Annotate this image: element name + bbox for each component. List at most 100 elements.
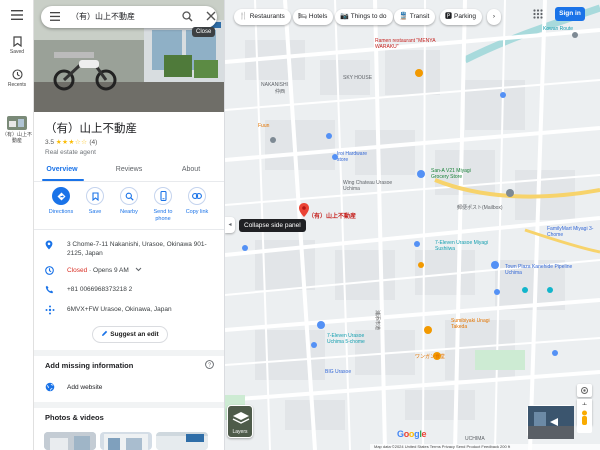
restaurant-icon: 🍴: [239, 13, 248, 20]
chip-label: Restaurants: [249, 13, 285, 20]
tab-overview[interactable]: Overview: [34, 166, 90, 173]
sign-in-button[interactable]: Sign in: [555, 7, 585, 21]
map-poi-label[interactable]: Ramen restaurant "MENYA WARAKU": [375, 38, 445, 50]
map-poi-label[interactable]: Wing Chateau Urasoe Uchima: [343, 180, 393, 192]
tab-reviews[interactable]: Reviews: [101, 166, 157, 173]
send-to-phone-label: Send to phone: [153, 209, 173, 222]
chip-things-to-do[interactable]: 📷 Things to do: [335, 9, 393, 25]
menu-icon[interactable]: [50, 12, 60, 21]
map-poi-label[interactable]: 7-Eleven Urasoe Uchima 5-chome: [327, 333, 382, 345]
map-poi-label[interactable]: Town Plaza Kanehide Pipeline Uchima: [505, 264, 575, 276]
plus-code-icon: [45, 305, 55, 315]
location-target-icon: [581, 387, 588, 394]
map-canvas[interactable]: NAKANISHI 仲西 UCHIMA Ramen restaurant "ME…: [225, 0, 600, 450]
section-divider: [34, 350, 224, 356]
pegman-icon[interactable]: [577, 405, 592, 433]
add-website-link[interactable]: Add website: [67, 384, 102, 391]
tab-about[interactable]: About: [163, 166, 219, 173]
photo-thumbnail[interactable]: [100, 432, 152, 450]
saved-label: Saved: [9, 49, 25, 55]
nearby-icon: [125, 192, 134, 201]
send-to-phone-button[interactable]: Send to phone: [146, 187, 180, 223]
bookmark-icon: [91, 191, 99, 201]
photo-thumbnail[interactable]: [156, 432, 208, 450]
map-label: UCHIMA: [465, 436, 485, 442]
collapse-side-panel-button[interactable]: ◂: [225, 217, 235, 233]
menu-button[interactable]: [0, 10, 34, 22]
saved-button[interactable]: Saved: [0, 36, 34, 55]
rating-stars: ★★★☆☆: [55, 139, 88, 146]
chip-label: Parking: [454, 13, 477, 20]
recents-button[interactable]: Recents: [0, 69, 34, 88]
directions-icon: [57, 192, 65, 200]
history-icon: [11, 69, 23, 80]
close-icon[interactable]: [206, 11, 216, 21]
road-label: 浦添市道: [374, 310, 380, 331]
copy-link-button[interactable]: Copy link: [180, 187, 214, 216]
map-poi-label[interactable]: Fuun: [258, 123, 269, 129]
map-poi-label[interactable]: 郵便ポスト(Mailbox): [457, 204, 503, 211]
photo-thumbnail[interactable]: [44, 432, 96, 450]
map-poi-label[interactable]: Sumibiyaki Unagi Takeda: [451, 318, 506, 330]
my-location-button[interactable]: [577, 384, 592, 397]
search-input[interactable]: （有）山上不動産: [71, 11, 135, 22]
suggest-edit-label: Suggest an edit: [110, 331, 159, 338]
address-text: 3 Chome-7-11 Nakanishi, Urasoe, Okinawa …: [67, 241, 207, 257]
chip-label: Transit: [409, 13, 430, 20]
close-tooltip: Close: [192, 27, 216, 37]
link-icon: [192, 193, 202, 199]
street-view-image: [528, 406, 574, 439]
place-photo[interactable]: （有）山上不動産: [34, 0, 224, 112]
directions-label: Directions: [48, 209, 74, 215]
map-poi-label[interactable]: San-A V21 Miyagi Grocery Store: [431, 168, 486, 180]
phone-icon: [45, 285, 54, 294]
chip-label: Things to do: [350, 13, 387, 20]
missing-info-heading: Add missing information: [45, 361, 134, 370]
chevron-down-icon[interactable]: [135, 267, 142, 272]
map-poi-label[interactable]: Kowan Route: [543, 26, 573, 32]
photo-image: [44, 432, 96, 450]
search-bar[interactable]: （有）山上不動産: [41, 6, 217, 28]
map-footer[interactable]: Map data ©2024 United States Terms Priva…: [370, 444, 600, 450]
suggest-edit-button[interactable]: Suggest an edit: [92, 326, 168, 343]
selected-place-label[interactable]: （有）山上不動産: [308, 211, 356, 220]
chip-restaurants[interactable]: 🍴 Restaurants: [234, 9, 291, 25]
place-category[interactable]: Real estate agent: [45, 149, 96, 156]
google-logo: Google: [397, 429, 427, 439]
nearby-button[interactable]: Nearby: [112, 187, 146, 216]
layers-button[interactable]: Layers: [227, 405, 253, 438]
place-title: （有）山上不動産: [45, 123, 137, 135]
divider: [34, 229, 224, 230]
menu-icon: [11, 10, 23, 20]
layers-label: Layers: [232, 429, 248, 435]
street-view-thumbnail[interactable]: [527, 405, 574, 439]
apps-grid-icon[interactable]: [533, 9, 543, 19]
nearby-label: Nearby: [120, 209, 138, 215]
chip-label: Hotels: [308, 13, 328, 20]
address-row[interactable]: 3 Chome-7-11 Nakanishi, Urasoe, Okinawa …: [34, 240, 224, 260]
map-poi-label[interactable]: FamilyMart Miyagi 3-Chome: [547, 226, 599, 238]
map-poi-label[interactable]: BIG Urasoe: [325, 369, 351, 375]
chips-scroll-right-button[interactable]: ›: [487, 9, 501, 25]
hours-status: Closed: [67, 267, 88, 274]
chip-hotels[interactable]: 🛏 Hotels: [293, 9, 334, 25]
map-poi-label[interactable]: ワンガン食堂: [415, 353, 445, 360]
tab-bar: Overview Reviews About: [34, 160, 224, 182]
photo-image: [156, 432, 208, 450]
photo-image: [100, 432, 152, 450]
help-icon[interactable]: ?: [205, 360, 214, 369]
photos-heading: Photos & videos: [45, 413, 104, 422]
save-button[interactable]: Save: [78, 187, 112, 216]
hotel-icon: 🛏: [298, 13, 307, 20]
map-poi-label[interactable]: 7-Eleven Urasoe Miyagi Sushiiwa: [435, 240, 495, 252]
map-poi-label[interactable]: Iroi Hardware store: [337, 151, 377, 163]
map-label: SKY HOUSE: [343, 75, 373, 81]
chip-transit[interactable]: 🚆 Transit: [394, 9, 436, 25]
directions-button[interactable]: Directions: [44, 187, 78, 216]
recent-place-button[interactable]: （有）山上不動産: [0, 116, 34, 144]
rating-row[interactable]: 3.5 ★★★☆☆ (4): [45, 138, 97, 146]
review-count[interactable]: (4): [89, 139, 97, 146]
camera-icon: 📷: [340, 13, 349, 20]
chip-parking[interactable]: 🅿 Parking: [440, 9, 483, 25]
search-icon[interactable]: [182, 11, 193, 22]
